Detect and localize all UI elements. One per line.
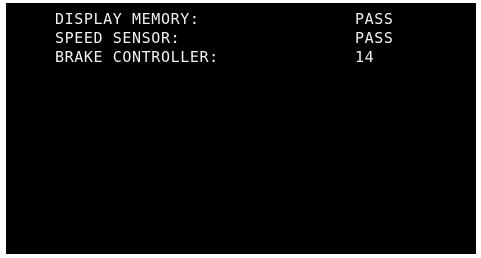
diagnostic-list: DISPLAY MEMORY: PASS SPEED SENSOR: PASS … (55, 10, 465, 67)
brake-controller-value: 14 (355, 48, 375, 66)
diagnostic-row-speed-sensor: SPEED SENSOR: PASS (55, 29, 465, 48)
diagnostic-screen: DISPLAY MEMORY: PASS SPEED SENSOR: PASS … (6, 3, 476, 254)
speed-sensor-label: SPEED SENSOR: (55, 29, 181, 47)
display-memory-label: DISPLAY MEMORY: (55, 10, 200, 28)
diagnostic-row-brake-controller: BRAKE CONTROLLER: 14 (55, 48, 465, 67)
brake-controller-label: BRAKE CONTROLLER: (55, 48, 219, 66)
speed-sensor-status: PASS (355, 29, 394, 47)
display-memory-status: PASS (355, 10, 394, 28)
diagnostic-row-display-memory: DISPLAY MEMORY: PASS (55, 10, 465, 29)
